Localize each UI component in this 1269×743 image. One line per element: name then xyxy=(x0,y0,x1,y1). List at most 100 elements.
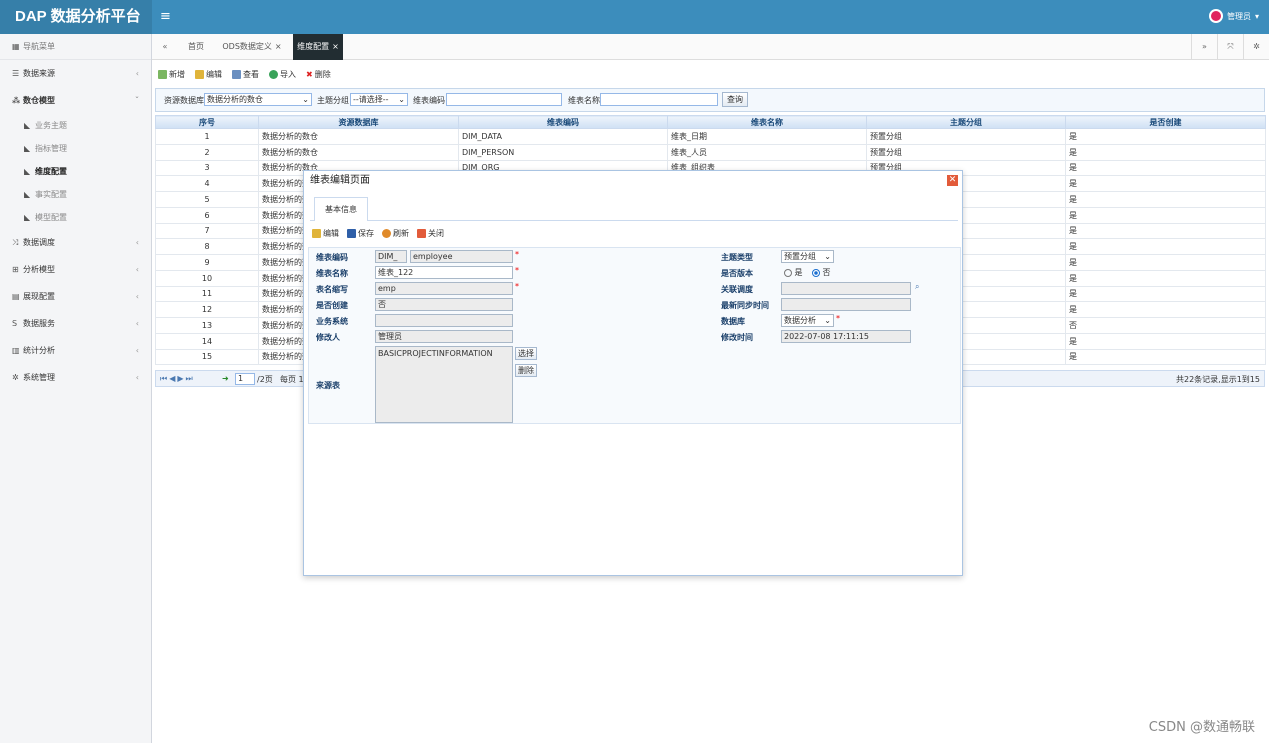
caret-down-icon: ▾ xyxy=(1254,11,1259,21)
column-header[interactable]: 维表名称 xyxy=(667,115,867,129)
table-row[interactable]: 1 数据分析的数仓 DIM_DATA 维表_日期 预置分组是 xyxy=(155,128,1266,145)
select-source-button[interactable]: 选择 xyxy=(515,347,537,360)
tab-scroll-left-icon[interactable]: « xyxy=(152,34,178,60)
table-cell: 维表_人员 xyxy=(667,143,867,161)
save-icon xyxy=(347,229,356,238)
watermark: CSDN @数通畅联 xyxy=(1148,720,1255,735)
table-cell: 预置分组 xyxy=(866,128,1066,145)
user-name: 管理员 xyxy=(1226,11,1251,21)
settings-icon[interactable]: ✲ xyxy=(1243,34,1269,60)
dialog-refresh-button[interactable]: 刷新 xyxy=(382,228,409,239)
query-button[interactable]: 查询 xyxy=(722,92,748,107)
name-field[interactable]: 维表_122 xyxy=(375,266,513,279)
alias-field[interactable]: emp xyxy=(375,282,513,295)
column-header[interactable]: 资源数据库 xyxy=(258,115,459,129)
grid-icon: ▦ xyxy=(12,42,20,51)
table-cell: 是 xyxy=(1065,143,1266,161)
dialog-tabs: 基本信息 xyxy=(310,195,958,221)
table-cell: 3 xyxy=(155,159,259,177)
close-icon[interactable]: × xyxy=(275,42,282,51)
sidebar-item-analysis-model[interactable]: ⊞ 分析模型 ‹ xyxy=(0,256,151,283)
menu-toggle-icon[interactable]: ≡ xyxy=(160,9,171,24)
tab-dimension-config[interactable]: 维度配置 × xyxy=(293,34,343,60)
chevron-left-icon: ‹ xyxy=(135,292,139,301)
close-icon[interactable]: × xyxy=(332,42,339,51)
source-table-list[interactable]: BASICPROJECTINFORMATION xyxy=(375,346,513,423)
sidebar-subitem-business-topic[interactable]: ◣ 业务主题 xyxy=(0,114,151,137)
tab-scroll-right-icon[interactable]: » xyxy=(1191,34,1217,60)
search-lookup-icon[interactable]: ⌕ xyxy=(915,282,919,292)
sidebar-item-scheduling[interactable]: ⤨ 数据调度 ‹ xyxy=(0,229,151,256)
sidebar-item-display-config[interactable]: ▤ 展现配置 ‹ xyxy=(0,283,151,310)
table-cell: 12 xyxy=(155,301,259,318)
delete-button[interactable]: ✖ 删除 xyxy=(306,69,331,80)
db-select[interactable]: 数据分析的数仓 ⌄ xyxy=(204,93,312,106)
dimension-edit-dialog: 维表编辑页面 ✕ 基本信息 编辑 保存 刷新 关闭 维表编码 DIM_ empl… xyxy=(303,170,963,576)
fullscreen-icon[interactable]: ⤧ xyxy=(1217,34,1243,60)
table-cell: 1 xyxy=(155,128,259,145)
name-input[interactable] xyxy=(600,93,718,106)
page-size[interactable]: 每页 1 xyxy=(280,374,304,385)
import-button[interactable]: 导入 xyxy=(269,69,296,80)
column-header[interactable]: 序号 xyxy=(155,115,259,129)
dimension-form: 维表编码 DIM_ employee * 维表名称 维表_122 * 表名缩写 … xyxy=(308,247,961,424)
add-button[interactable]: 新增 xyxy=(158,69,185,80)
pager-nav-icons[interactable]: ⏮◀▶⏭ xyxy=(160,374,195,384)
column-header[interactable]: 主题分组 xyxy=(866,115,1066,129)
table-cell: 14 xyxy=(155,332,259,350)
close-icon[interactable]: ✕ xyxy=(947,175,958,186)
table-cell: DIM_DATA xyxy=(458,128,668,145)
version-yes-radio[interactable]: 是 xyxy=(784,267,803,278)
topic-type-select[interactable]: 预置分组 ⌄ xyxy=(781,250,834,263)
table-cell: 是 xyxy=(1065,128,1266,145)
sidebar-item-data-source[interactable]: ☰ 数据来源 ‹ xyxy=(0,60,151,87)
edit-button[interactable]: 编辑 xyxy=(195,69,222,80)
tag-icon: ◣ xyxy=(24,121,31,130)
chevron-left-icon: ‹ xyxy=(135,373,139,382)
add-icon xyxy=(158,69,167,79)
sidebar-item-system[interactable]: ✲ 系统管理 ‹ xyxy=(0,364,151,391)
column-header[interactable]: 是否创建 xyxy=(1065,115,1266,129)
page-number-input[interactable]: 1 xyxy=(235,373,255,385)
refresh-arrow-icon[interactable]: ➜ xyxy=(222,374,229,383)
sync-time-label: 最新同步时间 xyxy=(721,301,769,310)
table-cell: 预置分组 xyxy=(866,143,1066,161)
schedule-field[interactable] xyxy=(781,282,911,295)
code-field[interactable]: employee xyxy=(410,250,513,263)
view-button[interactable]: 查看 xyxy=(232,69,259,80)
tag-icon: ◣ xyxy=(24,213,31,222)
table-cell: 6 xyxy=(155,206,259,224)
sidebar-subitem-model-config[interactable]: ◣ 模型配置 xyxy=(0,206,151,229)
sidebar-subitem-fact-config[interactable]: ◣ 事实配置 xyxy=(0,183,151,206)
tab-ods-definition[interactable]: ODS数据定义 × xyxy=(216,34,288,60)
sidebar-item-warehouse-model[interactable]: ⁂ 数仓模型 ˇ xyxy=(0,87,151,114)
dialog-close-button[interactable]: 关闭 xyxy=(417,228,444,239)
tab-home[interactable]: 首页 xyxy=(182,34,210,60)
shuffle-icon: ⤨ xyxy=(12,238,19,247)
column-header[interactable]: 维表编码 xyxy=(458,115,668,129)
app-title[interactable]: DAP 数据分析平台 xyxy=(0,0,152,34)
table-row[interactable]: 2 数据分析的数仓 DIM_PERSON 维表_人员 预置分组是 xyxy=(155,143,1266,161)
sidebar-subitem-dimension-config[interactable]: ◣ 维度配置 xyxy=(0,160,151,183)
version-no-radio[interactable]: 否 xyxy=(812,267,831,278)
remove-source-button[interactable]: 删除 xyxy=(515,364,537,377)
user-menu[interactable]: 管理员 ▾ xyxy=(1208,9,1259,23)
sidebar-subitem-metric-management[interactable]: ◣ 指标管理 xyxy=(0,137,151,160)
table-cell: 是 xyxy=(1065,254,1266,271)
chevron-left-icon: ‹ xyxy=(135,69,139,78)
table-cell: 15 xyxy=(155,348,259,366)
dialog-edit-button[interactable]: 编辑 xyxy=(312,228,339,239)
table-cell: 是 xyxy=(1065,332,1266,350)
dialog-save-button[interactable]: 保存 xyxy=(347,228,374,239)
sidebar-item-statistics[interactable]: ▥ 统计分析 ‹ xyxy=(0,337,151,364)
tab-basic-info[interactable]: 基本信息 xyxy=(314,197,368,221)
grid-toolbar: 新增 编辑 查看 导入 ✖ 删除 xyxy=(158,67,331,81)
sidebar-header: ▦ 导航菜单 xyxy=(0,34,151,60)
sidebar-item-data-service[interactable]: S 数据服务 ‹ xyxy=(0,310,151,337)
topic-type-label: 主题类型 xyxy=(721,253,753,262)
group-select[interactable]: --请选择-- ⌄ xyxy=(350,93,408,106)
biz-system-field[interactable] xyxy=(375,314,513,327)
code-input[interactable] xyxy=(446,93,562,106)
database-select[interactable]: 数据分析 ⌄ xyxy=(781,314,834,327)
table-cell: 是 xyxy=(1065,191,1266,208)
